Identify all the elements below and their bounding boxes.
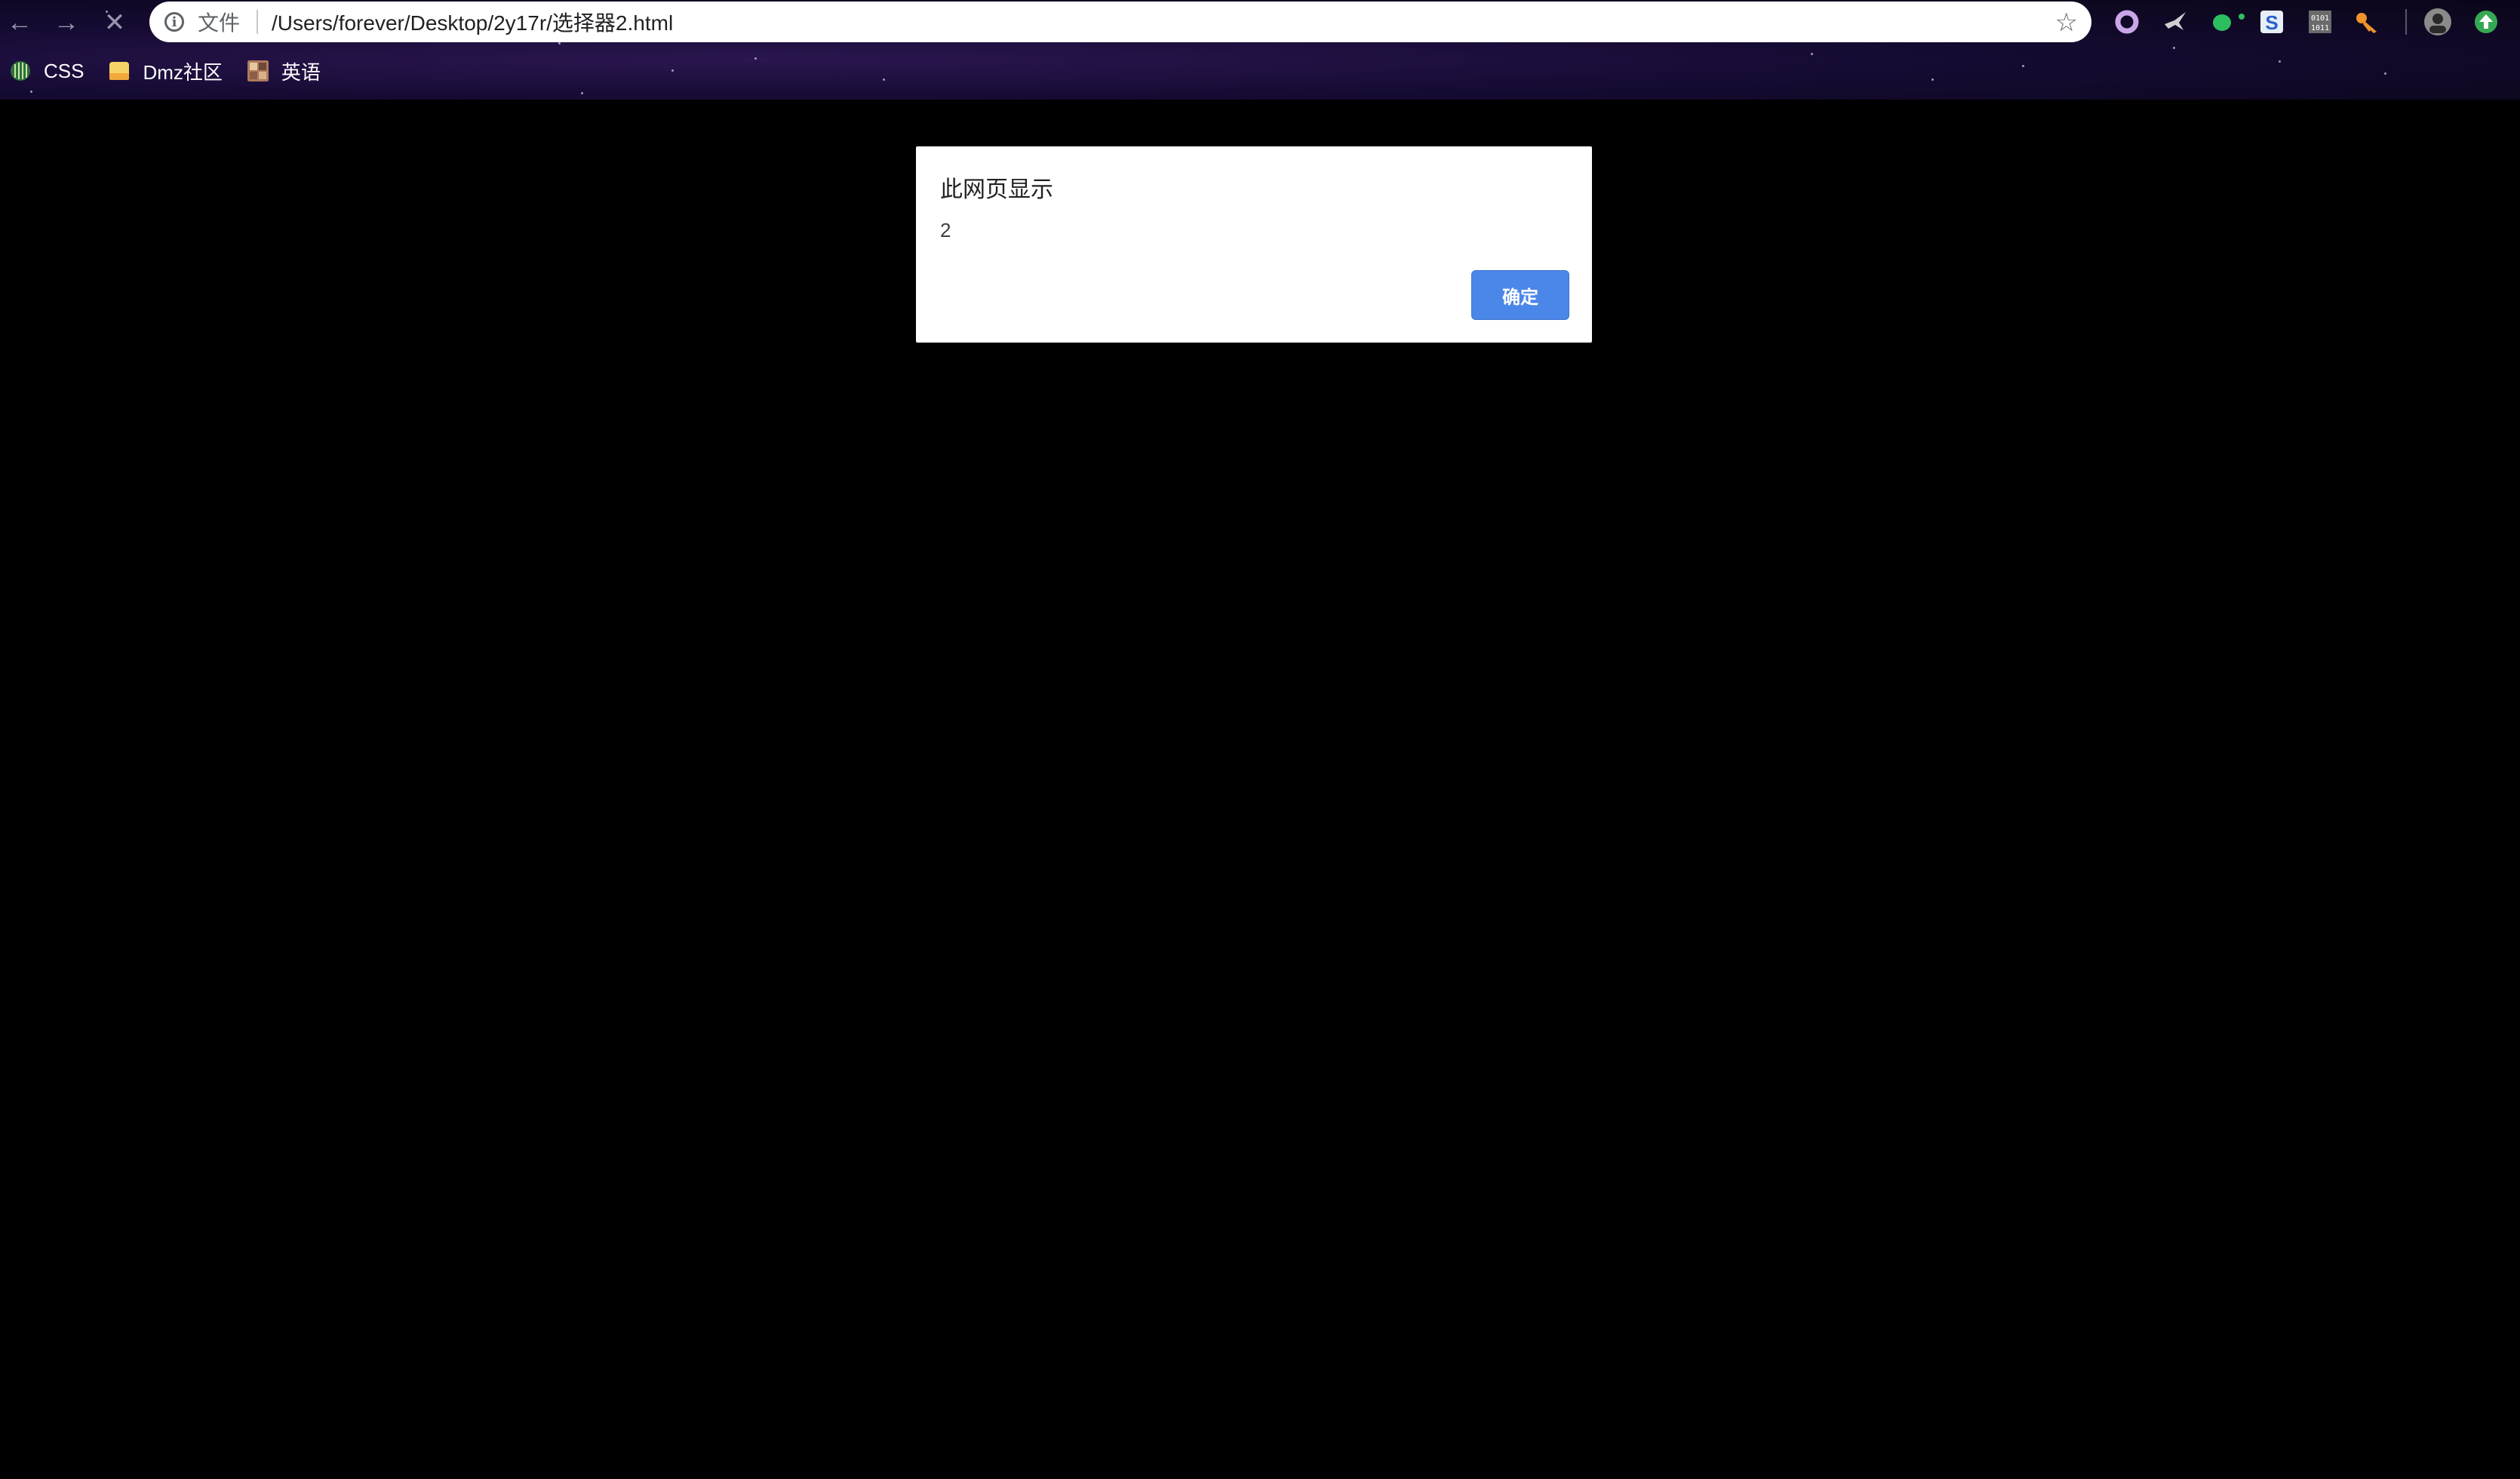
bookmark-label: 英语 xyxy=(281,60,321,84)
key-extension-icon[interactable] xyxy=(2353,8,2381,36)
ok-button[interactable]: 确定 xyxy=(1471,270,1569,320)
back-button[interactable]: ← xyxy=(2,5,38,41)
alert-dialog: 此网页显示 2 确定 xyxy=(916,146,1592,343)
dialog-message: 2 xyxy=(940,219,951,241)
english-image-icon xyxy=(247,60,269,81)
binary-extension-icon[interactable]: 0101 1011 xyxy=(2306,8,2334,36)
info-icon[interactable]: i xyxy=(164,12,184,32)
circle-extension-icon[interactable] xyxy=(2113,8,2141,36)
s-extension-icon[interactable]: S xyxy=(2257,8,2286,36)
bookmark-star-icon[interactable]: ☆ xyxy=(2055,8,2078,38)
arrow-right-icon: → xyxy=(54,8,79,37)
svg-text:0101: 0101 xyxy=(2311,14,2329,23)
svg-text:S: S xyxy=(2265,11,2278,34)
omnibox-divider xyxy=(257,10,259,34)
svg-text:1011: 1011 xyxy=(2311,24,2329,32)
bookmark-english[interactable]: 英语 xyxy=(247,54,321,88)
browser-toolbar: ← → ✕ i 文件 /Users/forever/Desktop/2y17r/… xyxy=(0,0,2520,45)
stop-loading-button[interactable]: ✕ xyxy=(97,5,133,41)
dmz-folder-icon xyxy=(109,62,130,80)
browser-chrome: ← → ✕ i 文件 /Users/forever/Desktop/2y17r/… xyxy=(0,0,2520,100)
bookmark-label: Dmz社区 xyxy=(143,60,223,84)
bookmark-dmz[interactable]: Dmz社区 xyxy=(108,54,223,88)
dialog-title: 此网页显示 xyxy=(940,177,1053,202)
bookmarks-bar: CSS Dmz社区 英语 xyxy=(0,54,336,88)
bookmark-label: CSS xyxy=(44,59,85,82)
arrow-left-icon: ← xyxy=(7,8,32,37)
close-icon: ✕ xyxy=(103,8,126,37)
bookmark-css[interactable]: CSS xyxy=(9,54,84,88)
update-arrow-icon[interactable] xyxy=(2472,8,2500,36)
bird-extension-icon[interactable] xyxy=(2161,8,2190,36)
profile-avatar-icon[interactable] xyxy=(2423,8,2452,36)
scheme-label: 文件 xyxy=(198,11,241,35)
evernote-elephant-icon[interactable] xyxy=(2209,8,2247,36)
toolbar-separator xyxy=(2405,9,2407,35)
page-content: 此网页显示 2 确定 xyxy=(0,100,2520,1479)
address-bar[interactable]: i 文件 /Users/forever/Desktop/2y17r/选择器2.h… xyxy=(149,2,2091,42)
css-globe-icon xyxy=(11,61,30,81)
forward-button[interactable]: → xyxy=(48,5,85,41)
url-text[interactable]: /Users/forever/Desktop/2y17r/选择器2.html xyxy=(272,7,673,37)
